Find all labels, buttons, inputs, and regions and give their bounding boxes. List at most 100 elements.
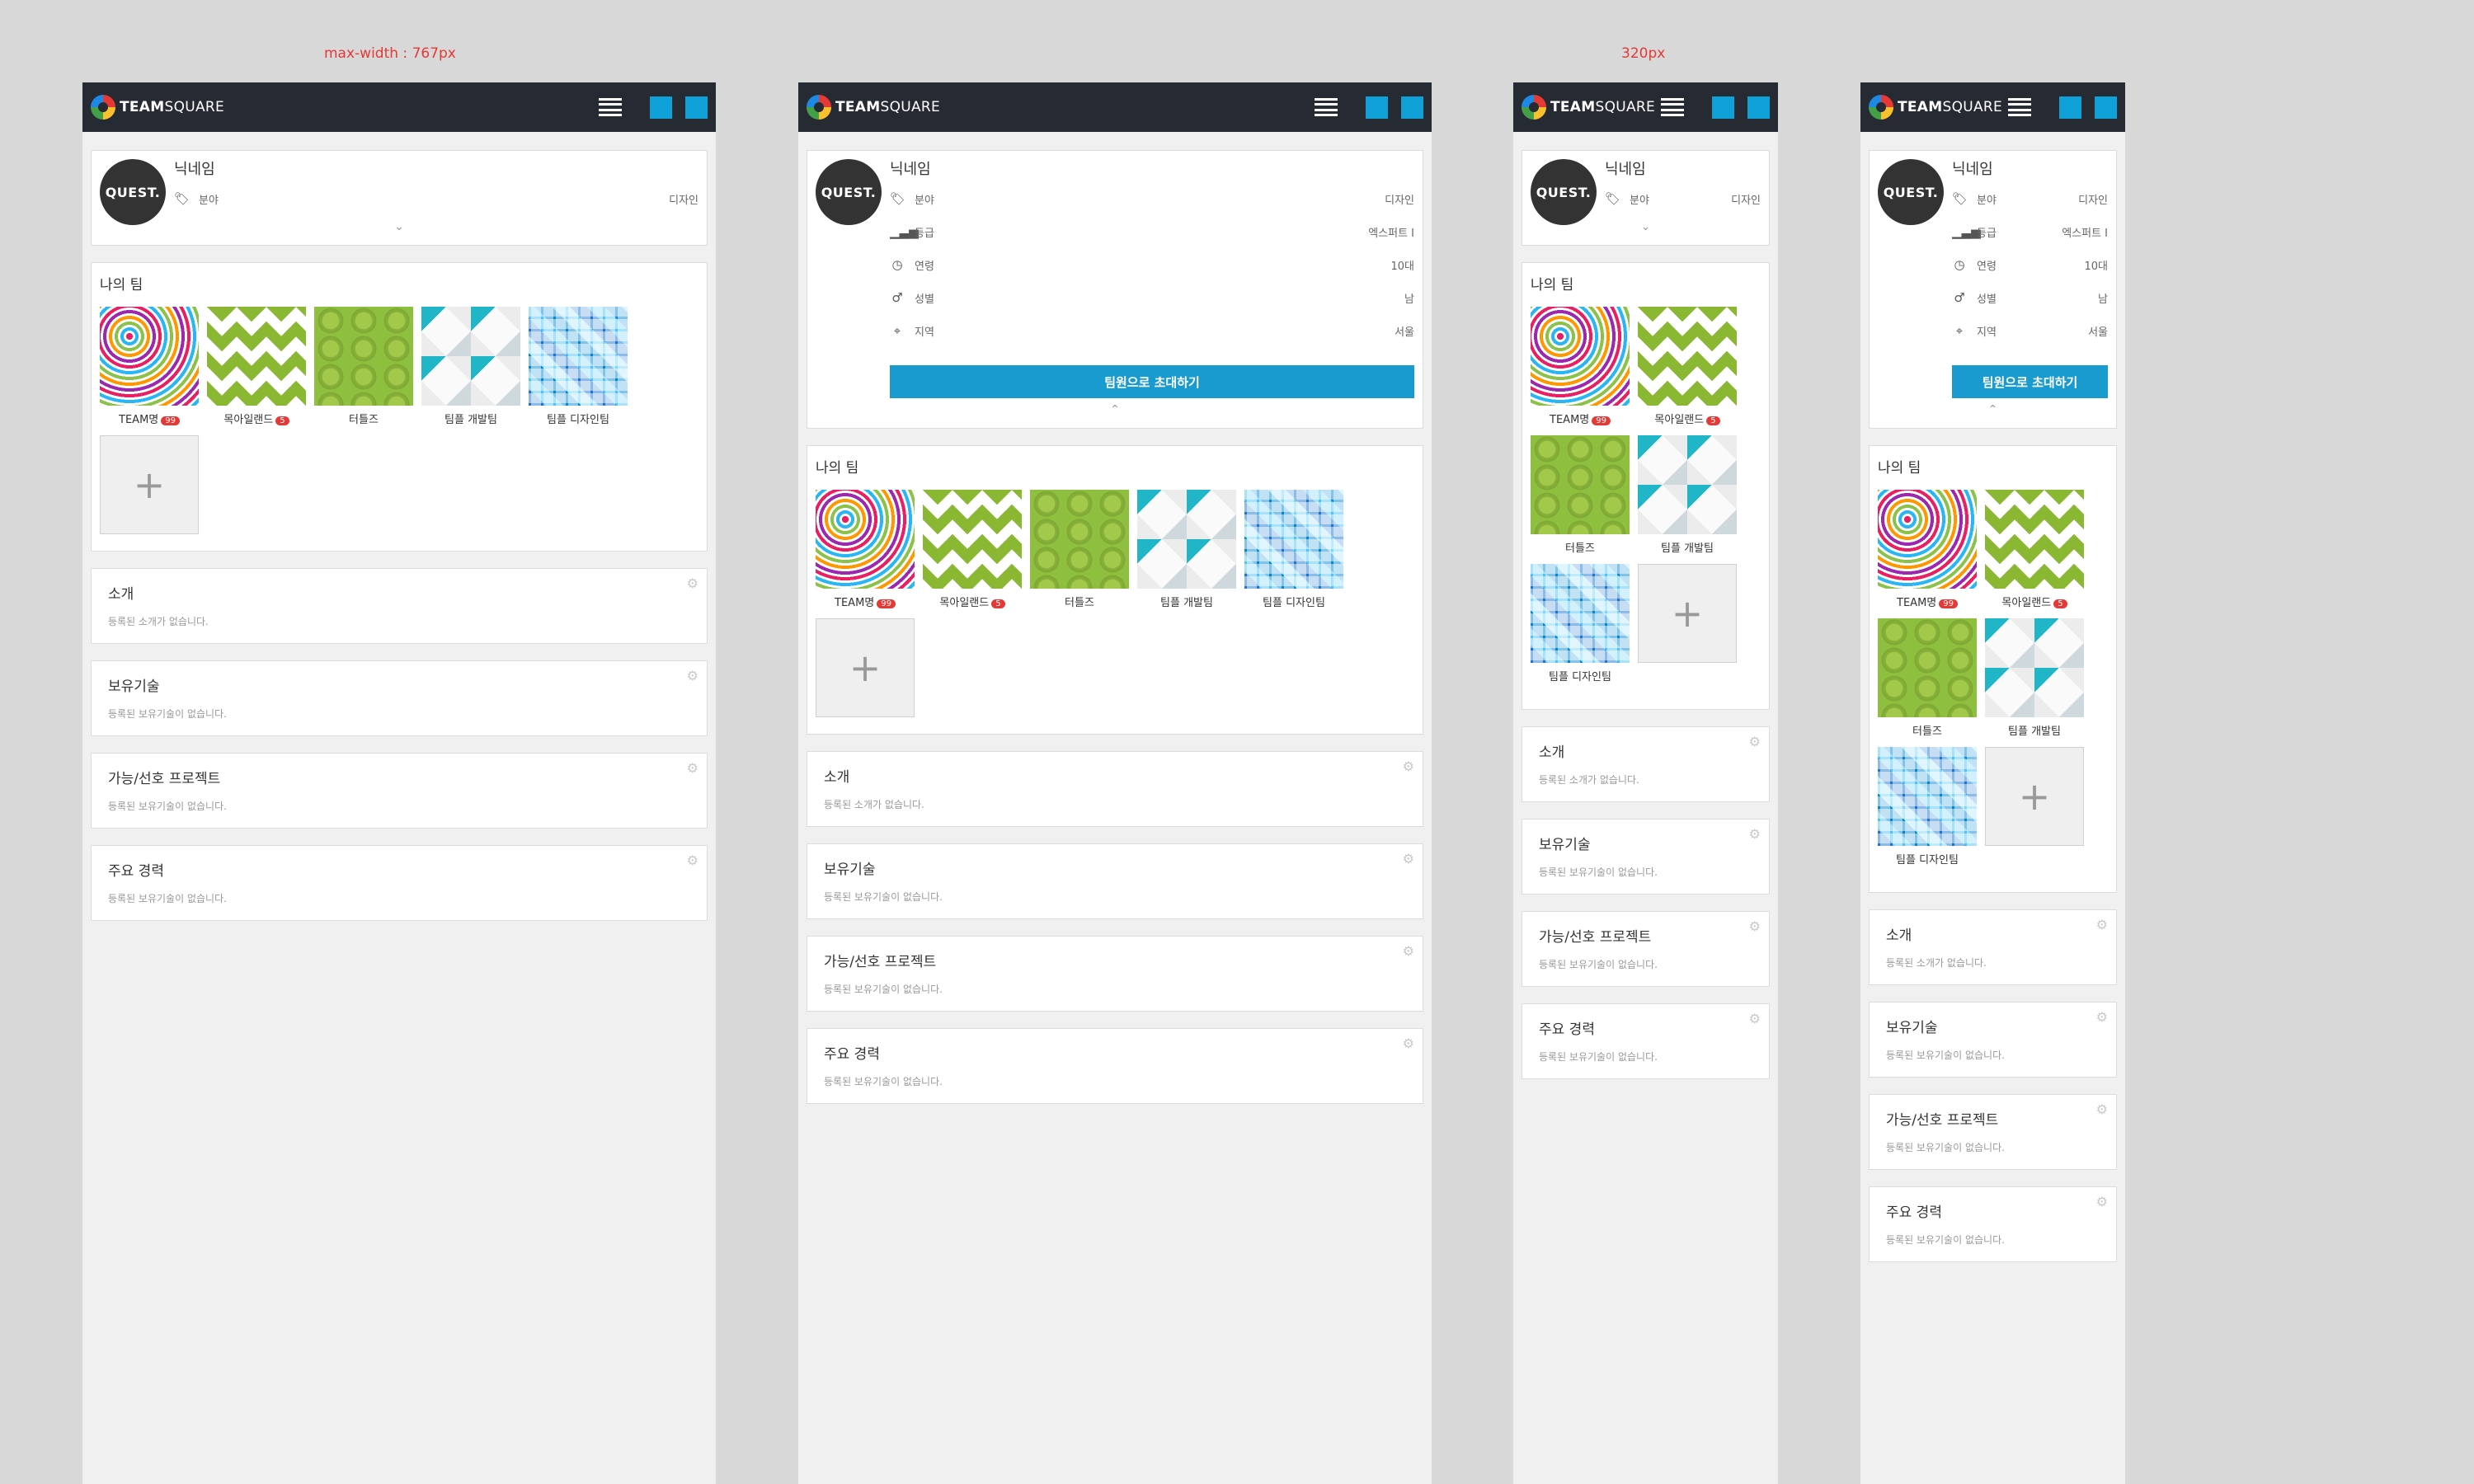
profile-row-value: 10대 [1390, 260, 1414, 273]
team-name: TEAM명 [835, 597, 875, 609]
gear-icon[interactable]: ⚙ [1749, 826, 1761, 842]
section-card: ⚙ 소개 등록된 소개가 없습니다. [1522, 726, 1770, 802]
gear-icon[interactable]: ⚙ [1749, 1011, 1761, 1026]
team-thumbnail[interactable] [1985, 490, 2084, 589]
team-item[interactable]: 터틀즈 [314, 307, 413, 426]
gear-icon[interactable]: ⚙ [1403, 851, 1414, 866]
section-description: 등록된 보유기술이 없습니다. [824, 891, 943, 903]
menu-icon[interactable] [2008, 98, 2031, 116]
chevron-up-icon[interactable]: ⌃ [816, 403, 1414, 416]
team-thumbnail[interactable] [1878, 490, 1977, 589]
add-team-button[interactable]: + [100, 435, 199, 534]
team-thumbnail[interactable] [1638, 307, 1737, 406]
team-item[interactable]: 터틀즈 [1531, 435, 1630, 555]
logo[interactable]: TEAMSQUARE [807, 95, 940, 120]
gear-icon[interactable]: ⚙ [1749, 918, 1761, 934]
section-description: 등록된 보유기술이 없습니다. [108, 708, 227, 720]
team-item[interactable]: 목아일랜드 5 [923, 490, 1022, 609]
team-thumbnail[interactable] [923, 490, 1022, 589]
invite-button[interactable]: 팀원으로 초대하기 [890, 365, 1414, 398]
team-item[interactable]: 목아일랜드 5 [1638, 307, 1737, 426]
gear-icon[interactable]: ⚙ [1403, 1036, 1414, 1051]
logo[interactable]: TEAMSQUARE [1869, 95, 2002, 120]
logo[interactable]: TEAMSQUARE [91, 95, 224, 120]
profile-button[interactable] [685, 96, 708, 119]
profile-row-label: 분야 [199, 194, 219, 207]
tag-icon: 🏷 [1952, 191, 1968, 206]
team-thumbnail[interactable] [314, 307, 413, 406]
profile-button[interactable] [1747, 96, 1770, 119]
team-thumbnail[interactable] [1244, 490, 1343, 589]
my-teams-card: 나의 팀 TEAM명99 목아일랜드5 터틀즈 팀플 개발팀 팀플 디자인팀 [1869, 445, 2117, 893]
profile-button[interactable] [1401, 96, 1423, 119]
notification-button[interactable] [2059, 96, 2081, 119]
team-item[interactable]: 팀플 개발팀 [421, 307, 520, 426]
gear-icon[interactable]: ⚙ [2096, 1009, 2108, 1025]
team-thumbnail[interactable] [1531, 435, 1630, 534]
team-thumbnail[interactable] [1137, 490, 1236, 589]
team-thumbnail[interactable] [1878, 747, 1977, 846]
team-thumbnail[interactable] [1985, 618, 2084, 717]
gear-icon[interactable]: ⚙ [2096, 1101, 2108, 1117]
team-thumbnail[interactable] [421, 307, 520, 406]
team-name: 팀플 디자인팀 [1263, 597, 1325, 609]
profile-row-value: 남 [1404, 293, 1414, 306]
team-item[interactable]: 목아일랜드 5 [1985, 490, 2084, 609]
clock-icon: ◷ [1954, 257, 1965, 272]
profile-row-field: 🏷 분야 디자인 [174, 182, 698, 215]
team-item[interactable]: 터틀즈 [1030, 490, 1129, 609]
team-item[interactable]: 팀플 개발팀 [1638, 435, 1737, 555]
team-item[interactable]: 목아일랜드 5 [207, 307, 306, 426]
logo[interactable]: TEAMSQUARE [1522, 95, 1655, 120]
add-team-button[interactable]: + [1985, 747, 2084, 846]
gear-icon[interactable]: ⚙ [2096, 917, 2108, 932]
notification-button[interactable] [650, 96, 672, 119]
team-thumbnail[interactable] [1638, 435, 1737, 534]
menu-icon[interactable] [1661, 98, 1684, 116]
nickname: 닉네임 [174, 161, 215, 178]
gear-icon[interactable]: ⚙ [687, 668, 698, 683]
notification-button[interactable] [1712, 96, 1734, 119]
team-thumbnail[interactable] [1030, 490, 1129, 589]
team-item[interactable]: TEAM명 99 [1531, 307, 1630, 426]
section-title: 주요 경력 [108, 863, 164, 880]
chevron-up-icon[interactable]: ⌃ [1878, 403, 2108, 416]
gear-icon[interactable]: ⚙ [687, 575, 698, 591]
team-item[interactable]: TEAM명 99 [816, 490, 915, 609]
team-thumbnail[interactable] [100, 307, 199, 406]
gear-icon[interactable]: ⚙ [1403, 943, 1414, 959]
team-item[interactable]: TEAM명 99 [1878, 490, 1977, 609]
profile-button[interactable] [2095, 96, 2117, 119]
invite-button[interactable]: 팀원으로 초대하기 [1952, 365, 2108, 398]
gear-icon[interactable]: ⚙ [687, 852, 698, 868]
team-item[interactable]: 터틀즈 [1878, 618, 1977, 738]
team-thumbnail[interactable] [1531, 307, 1630, 406]
notification-button[interactable] [1366, 96, 1388, 119]
team-item[interactable]: 팀플 개발팀 [1985, 618, 2084, 738]
gear-icon[interactable]: ⚙ [2096, 1194, 2108, 1209]
team-thumbnail[interactable] [1531, 564, 1630, 663]
team-thumbnail[interactable] [207, 307, 306, 406]
chevron-down-icon[interactable]: ⌄ [100, 220, 698, 233]
section-title: 주요 경력 [1886, 1205, 1942, 1221]
section-description: 등록된 보유기술이 없습니다. [108, 893, 227, 904]
gear-icon[interactable]: ⚙ [1403, 758, 1414, 774]
team-item[interactable]: 팀플 디자인팀 [529, 307, 628, 426]
menu-icon[interactable] [599, 98, 622, 116]
logo-icon [91, 95, 115, 120]
team-item[interactable]: 팀플 디자인팀 [1244, 490, 1343, 609]
team-item[interactable]: 팀플 디자인팀 [1531, 564, 1630, 683]
team-badge: 99 [161, 416, 180, 425]
menu-icon[interactable] [1315, 98, 1338, 116]
team-thumbnail[interactable] [1878, 618, 1977, 717]
team-thumbnail[interactable] [816, 490, 915, 589]
section-title: 주요 경력 [824, 1046, 880, 1063]
team-item[interactable]: 팀플 디자인팀 [1878, 747, 1977, 866]
team-thumbnail[interactable] [529, 307, 628, 406]
add-team-button[interactable]: + [1638, 564, 1737, 663]
team-item[interactable]: TEAM명 99 [100, 307, 199, 426]
team-item[interactable]: 팀플 개발팀 [1137, 490, 1236, 609]
gear-icon[interactable]: ⚙ [1749, 734, 1761, 749]
gear-icon[interactable]: ⚙ [687, 760, 698, 776]
add-team-button[interactable]: + [816, 618, 915, 717]
